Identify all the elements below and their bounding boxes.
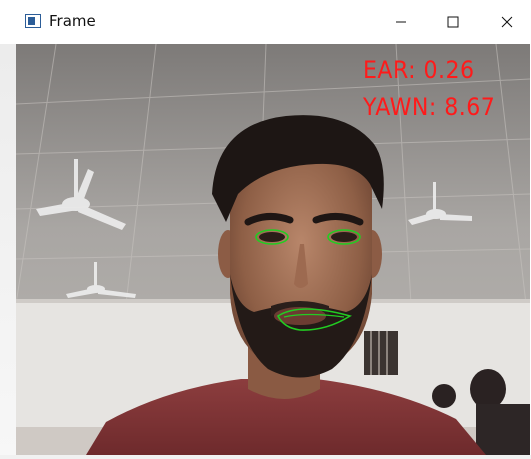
video-frame: EAR: 0.26 YAWN: 8.67 [16,44,530,455]
minimize-button[interactable] [378,0,424,44]
maximize-icon [447,16,459,28]
opencv-frame-window: Frame EAR: 0.26 YAWN: 8.67 [0,0,531,459]
window-left-edge [0,44,16,455]
title-bar[interactable]: Frame [0,0,531,44]
window-title: Frame [49,12,96,30]
yawn-readout: YAWN: 8.67 [363,93,496,121]
window-bottom-edge [0,455,531,459]
close-button[interactable] [484,0,530,44]
lips-contour [276,308,352,331]
left-eye-contour [255,229,289,245]
right-eye-contour [327,229,361,245]
minimize-icon [396,21,406,23]
ear-readout: EAR: 0.26 [363,56,475,84]
maximize-button[interactable] [430,0,476,44]
window-app-icon [25,14,41,28]
inner-lips-contour [283,313,345,318]
close-icon [501,16,513,28]
